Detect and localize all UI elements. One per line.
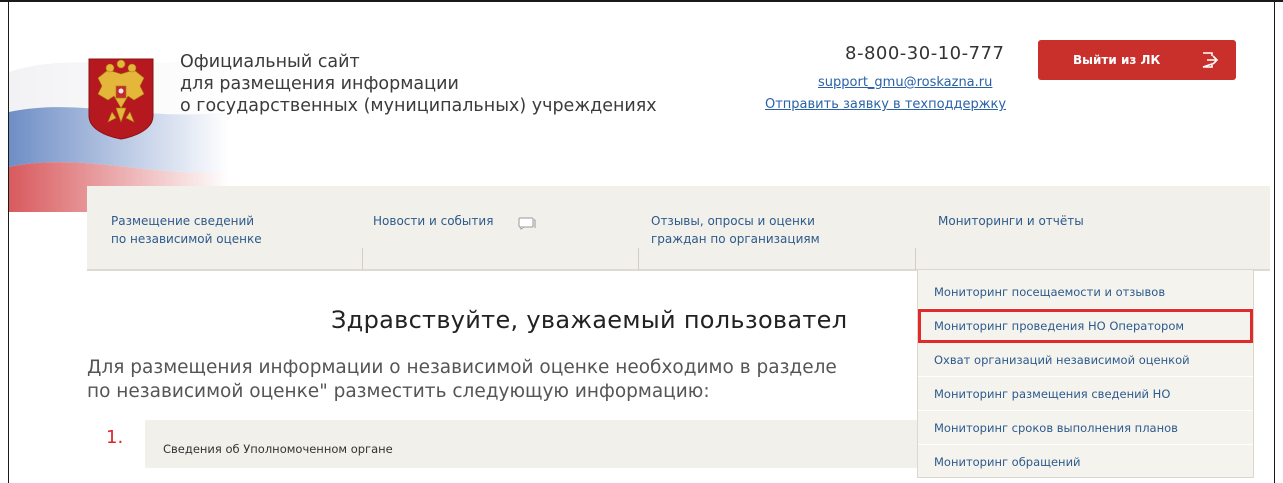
greeting-heading: Здравствуйте, уважаемый пользовател: [331, 306, 848, 334]
nav-item-label: Мониторинги и отчёты: [938, 214, 1084, 228]
hotline-phone: 8-800-30-10-777: [845, 43, 1005, 64]
site-title-line: о государственных (муниципальных) учрежд…: [180, 96, 657, 116]
intro-line: Для размещения информации о независимой …: [87, 357, 837, 378]
logout-button-label: Выйти из ЛК: [1073, 53, 1161, 67]
step-label[interactable]: Сведения об Уполномоченном органе: [163, 442, 393, 456]
nav-item-monitoring[interactable]: Мониторинги и отчёты: [916, 186, 1254, 269]
intro-line: по независимой оценке" разместить следую…: [87, 381, 710, 402]
dropdown-item[interactable]: Мониторинг размещения сведений НО: [918, 377, 1253, 411]
nav-item-label: по независимой оценке: [111, 232, 262, 246]
site-title: Официальный сайт для размещения информац…: [180, 51, 657, 117]
support-email-link[interactable]: support_gmu@roskazna.ru: [818, 75, 992, 90]
dropdown-item[interactable]: Мониторинг сроков выполнения планов: [918, 411, 1253, 445]
intro-text: Для размещения информации о независимой …: [87, 356, 837, 404]
dropdown-item[interactable]: Охват организаций независимой оценкой: [918, 343, 1253, 377]
nav-item-label: граждан по организациям: [651, 232, 820, 246]
dropdown-item[interactable]: Мониторинг обращений: [918, 445, 1253, 479]
frame-right-border: [1274, 0, 1275, 483]
support-request-link[interactable]: Отправить заявку в техподдержку: [765, 97, 1006, 112]
coat-of-arms-icon[interactable]: [86, 56, 156, 140]
dropdown-item[interactable]: Мониторинг посещаемости и отзывов: [918, 275, 1253, 309]
site-title-line: Официальный сайт: [180, 52, 360, 72]
nav-item-reviews[interactable]: Отзывы, опросы и оценки граждан по орган…: [639, 186, 915, 269]
dropdown-item-highlighted[interactable]: Мониторинг проведения НО Оператором: [918, 309, 1253, 343]
nav-item-news[interactable]: Новости и события: [363, 186, 638, 269]
nav-item-independent-assessment[interactable]: Размещение сведений по независимой оценк…: [87, 186, 362, 269]
main-nav: Размещение сведений по независимой оценк…: [87, 186, 1270, 271]
comment-icon: [518, 215, 536, 230]
nav-item-label: Отзывы, опросы и оценки: [651, 214, 815, 228]
monitoring-dropdown-menu: Мониторинг посещаемости и отзывов Монито…: [917, 269, 1254, 478]
site-title-line: для размещения информации: [180, 74, 459, 94]
nav-item-label: Размещение сведений: [111, 214, 255, 228]
exit-icon: [1201, 52, 1219, 68]
nav-item-label: Новости и события: [373, 214, 494, 228]
logout-button[interactable]: Выйти из ЛК: [1038, 40, 1236, 80]
step-number: 1.: [106, 427, 124, 448]
